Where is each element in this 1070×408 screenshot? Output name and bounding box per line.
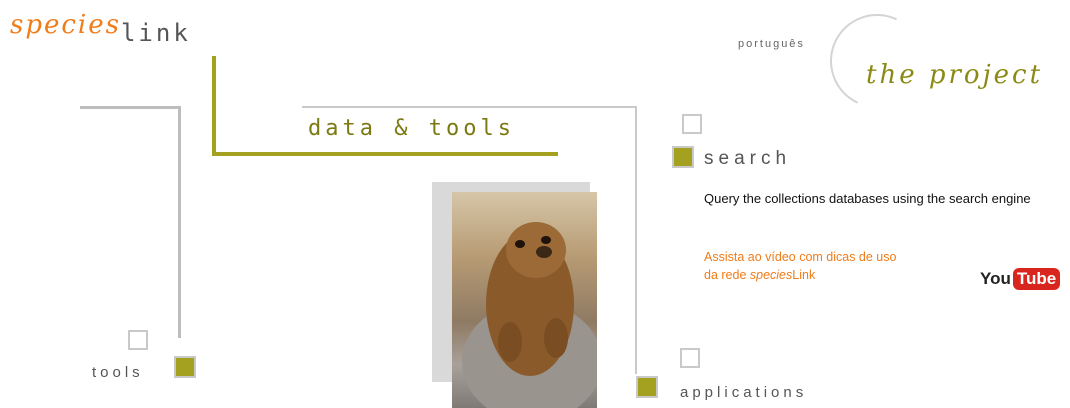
left-gray-vertical [178,106,181,338]
applications-filled-square[interactable] [636,376,658,398]
search-description: Query the collections databases using th… [704,191,1031,206]
video-line2: da rede speciesLink [704,268,816,282]
left-gray-horizontal [80,106,180,109]
youtube-you: You [980,269,1011,288]
applications-link[interactable]: applications [680,384,807,401]
youtube-logo[interactable]: You Tube [980,268,1061,292]
youtube-tube: Tube [1012,268,1061,290]
logo-species: species [10,10,121,40]
olive-vertical-line [212,56,216,156]
tools-link[interactable]: tools [92,364,144,381]
language-link[interactable]: português [738,38,805,50]
search-link[interactable]: search [704,148,791,170]
applications-outline-square [680,348,700,368]
olive-horizontal-line [212,152,558,156]
marmot-photo [452,192,597,408]
project-link[interactable]: the project [866,60,1043,90]
center-gray-vertical [635,106,637,374]
search-outline-square [682,114,702,134]
data-tools-heading[interactable]: data & tools [308,116,515,141]
video-link[interactable]: Assista ao vídeo com dicas de uso da red… [704,248,964,284]
center-gray-horizontal [302,106,637,108]
marmot-illustration [462,222,597,408]
tools-outline-square [128,330,148,350]
logo-link: link [120,19,191,47]
search-filled-square[interactable] [672,146,694,168]
species-link-logo[interactable]: specieslink [10,10,191,50]
video-line1: Assista ao vídeo com dicas de uso [704,250,897,264]
tools-filled-square[interactable] [174,356,196,378]
